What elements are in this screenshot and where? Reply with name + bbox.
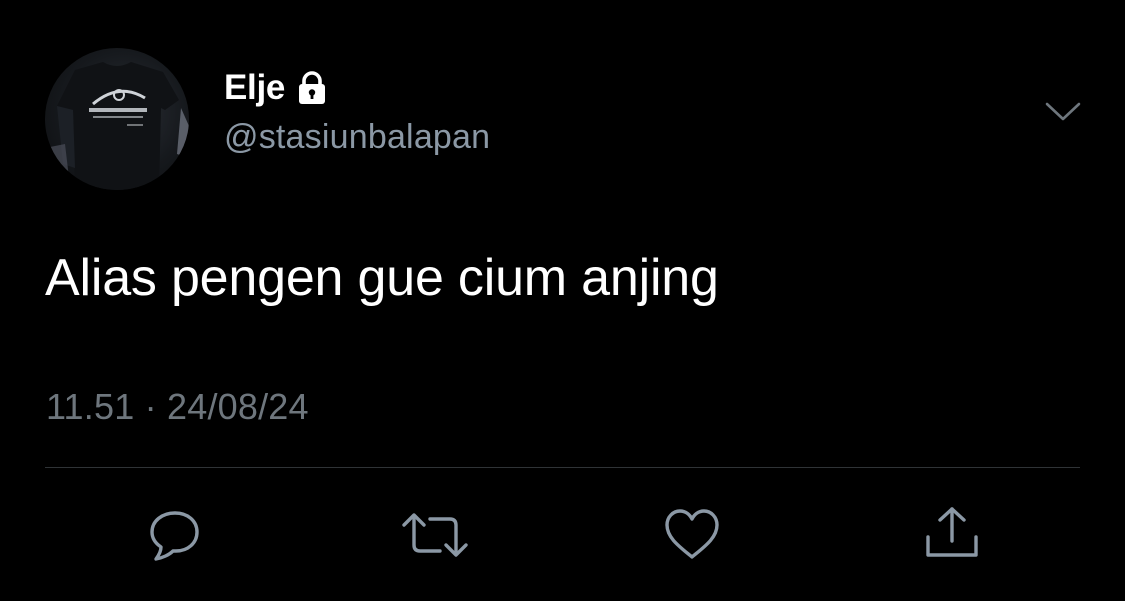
chevron-down-icon[interactable] — [1043, 98, 1083, 126]
reply-icon — [145, 505, 205, 565]
retweet-icon — [400, 505, 468, 565]
reply-button[interactable] — [145, 505, 205, 565]
divider — [45, 467, 1080, 468]
tweet-text: Alias pengen gue cium anjing — [45, 249, 719, 307]
tweet-timestamp[interactable]: 11.51 · 24/08/24 — [46, 386, 309, 428]
avatar[interactable] — [45, 48, 189, 190]
display-name[interactable]: Elje — [224, 68, 285, 108]
lock-icon — [297, 71, 327, 105]
share-button[interactable] — [922, 505, 982, 565]
heart-icon — [662, 505, 722, 565]
user-handle[interactable]: @stasiunbalapan — [224, 118, 490, 157]
like-button[interactable] — [662, 505, 722, 565]
share-icon — [922, 505, 982, 565]
retweet-button[interactable] — [400, 505, 468, 565]
user-name-row: Elje — [224, 66, 327, 110]
